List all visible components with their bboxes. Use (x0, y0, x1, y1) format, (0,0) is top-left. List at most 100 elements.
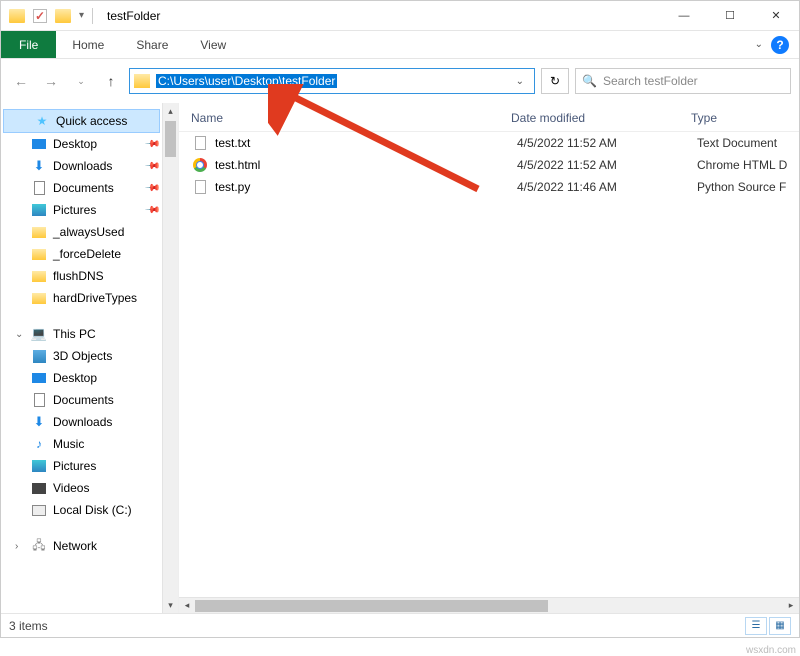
sidebar-item[interactable]: Local Disk (C:) (1, 499, 162, 521)
maximize-button[interactable]: ☐ (707, 1, 753, 31)
sidebar-item[interactable]: Pictures 📌 (1, 199, 162, 221)
ribbon: File Home Share View ⌄ ? (1, 31, 799, 59)
nav-item-label: Documents (53, 181, 114, 195)
sidebar-item[interactable]: Desktop (1, 367, 162, 389)
sidebar-item[interactable]: ⬇ Downloads 📌 (1, 155, 162, 177)
sidebar-item[interactable]: flushDNS (1, 265, 162, 287)
sidebar-item[interactable]: Desktop 📌 (1, 133, 162, 155)
file-date: 4/5/2022 11:52 AM (517, 136, 697, 150)
watermark: wsxdn.com (746, 645, 796, 656)
status-bar: 3 items ☰ ▦ (1, 613, 799, 637)
file-date: 4/5/2022 11:52 AM (517, 158, 697, 172)
file-name: test.txt (215, 136, 517, 150)
nav-label: This PC (53, 327, 96, 341)
sidebar-item[interactable]: Videos (1, 477, 162, 499)
scroll-thumb[interactable] (195, 600, 548, 612)
icons-view-button[interactable]: ▦ (769, 617, 791, 635)
sidebar-item-network[interactable]: › 🖧 Network (1, 535, 162, 557)
navbar: ← → ⌄ ↑ C:\Users\user\Desktop\testFolder… (1, 63, 799, 99)
file-name: test.py (215, 180, 517, 194)
sidebar-item-this-pc[interactable]: ⌄ 💻 This PC (1, 323, 162, 345)
search-icon: 🔍 (582, 74, 597, 88)
file-name: test.html (215, 158, 517, 172)
nav-scrollbar[interactable]: ▴ ▾ (162, 103, 178, 613)
file-type: Text Document (697, 136, 799, 150)
star-icon: ★ (34, 113, 50, 129)
horizontal-scrollbar[interactable]: ◂ ▸ (179, 597, 799, 613)
tab-home[interactable]: Home (56, 31, 120, 58)
nav-item-label: _forceDelete (53, 247, 121, 261)
nav-label: Quick access (56, 114, 127, 128)
minimize-button[interactable]: — (661, 1, 707, 31)
folder-icon (9, 9, 25, 23)
pc-icon: 💻 (31, 326, 47, 342)
pin-icon: 📌 (143, 158, 160, 175)
file-row[interactable]: test.txt 4/5/2022 11:52 AM Text Document (179, 132, 799, 154)
up-button[interactable]: ↑ (99, 69, 123, 93)
column-date[interactable]: Date modified (511, 111, 691, 125)
sidebar-item[interactable]: hardDriveTypes (1, 287, 162, 309)
search-input[interactable]: 🔍 Search testFolder (575, 68, 791, 94)
sidebar-item[interactable]: ⬇ Downloads (1, 411, 162, 433)
column-type[interactable]: Type (691, 111, 799, 125)
tab-view[interactable]: View (184, 31, 242, 58)
file-icon (191, 157, 209, 173)
sidebar-item-quick-access[interactable]: ★ Quick access (3, 109, 160, 133)
tab-share[interactable]: Share (120, 31, 184, 58)
sidebar-item[interactable]: 3D Objects (1, 345, 162, 367)
file-tab[interactable]: File (1, 31, 56, 58)
window-title: testFolder (107, 9, 160, 23)
details-view-button[interactable]: ☰ (745, 617, 767, 635)
forward-button[interactable]: → (39, 69, 63, 93)
file-row[interactable]: test.html 4/5/2022 11:52 AM Chrome HTML … (179, 154, 799, 176)
file-icon (191, 135, 209, 151)
address-dropdown-icon[interactable]: ⌄ (510, 76, 530, 87)
file-date: 4/5/2022 11:46 AM (517, 180, 697, 194)
network-icon: 🖧 (31, 538, 47, 554)
back-button[interactable]: ← (9, 69, 33, 93)
pin-icon: 📌 (143, 202, 160, 219)
file-list: Name Date modified Type test.txt 4/5/202… (179, 103, 799, 613)
chevron-right-icon[interactable]: › (15, 541, 25, 552)
file-row[interactable]: test.py 4/5/2022 11:46 AM Python Source … (179, 176, 799, 198)
column-headers: Name Date modified Type (179, 103, 799, 132)
nav-item-label: Music (53, 437, 84, 451)
address-path[interactable]: C:\Users\user\Desktop\testFolder (156, 74, 337, 88)
scroll-down-icon[interactable]: ▾ (163, 597, 178, 613)
sidebar-item[interactable]: Documents 📌 (1, 177, 162, 199)
scroll-up-icon[interactable]: ▴ (163, 103, 178, 119)
nav-item-label: Pictures (53, 459, 96, 473)
nav-item-label: 3D Objects (53, 349, 112, 363)
ribbon-collapse-icon[interactable]: ⌄ (755, 39, 763, 50)
nav-item-label: Downloads (53, 415, 112, 429)
qat-dropdown-icon[interactable]: ▾ (79, 10, 84, 21)
chevron-down-icon[interactable]: ⌄ (15, 329, 25, 340)
close-button[interactable]: ✕ (753, 1, 799, 31)
scroll-thumb[interactable] (165, 121, 176, 157)
sidebar-item[interactable]: ♪ Music (1, 433, 162, 455)
column-name[interactable]: Name (191, 111, 511, 125)
sidebar-item[interactable]: _forceDelete (1, 243, 162, 265)
nav-label: Network (53, 539, 97, 553)
folder-icon (55, 9, 71, 23)
scroll-left-icon[interactable]: ◂ (179, 600, 195, 611)
sidebar-item[interactable]: Documents (1, 389, 162, 411)
search-placeholder: Search testFolder (603, 74, 698, 88)
file-type: Python Source F (697, 180, 799, 194)
address-bar[interactable]: C:\Users\user\Desktop\testFolder ⌄ (129, 68, 535, 94)
sidebar-item[interactable]: Pictures (1, 455, 162, 477)
help-icon[interactable]: ? (771, 36, 789, 54)
nav-item-label: Local Disk (C:) (53, 503, 132, 517)
refresh-button[interactable]: ↻ (541, 68, 569, 94)
recent-dropdown-icon[interactable]: ⌄ (69, 69, 93, 93)
pin-icon: 📌 (143, 136, 160, 153)
pin-icon: 📌 (143, 180, 160, 197)
nav-item-label: _alwaysUsed (53, 225, 124, 239)
nav-item-label: Pictures (53, 203, 96, 217)
nav-item-label: Desktop (53, 137, 97, 151)
nav-item-label: hardDriveTypes (53, 291, 137, 305)
qat-check-icon[interactable]: ✓ (33, 9, 47, 23)
sidebar-item[interactable]: _alwaysUsed (1, 221, 162, 243)
scroll-right-icon[interactable]: ▸ (783, 600, 799, 611)
item-count: 3 items (9, 619, 48, 633)
